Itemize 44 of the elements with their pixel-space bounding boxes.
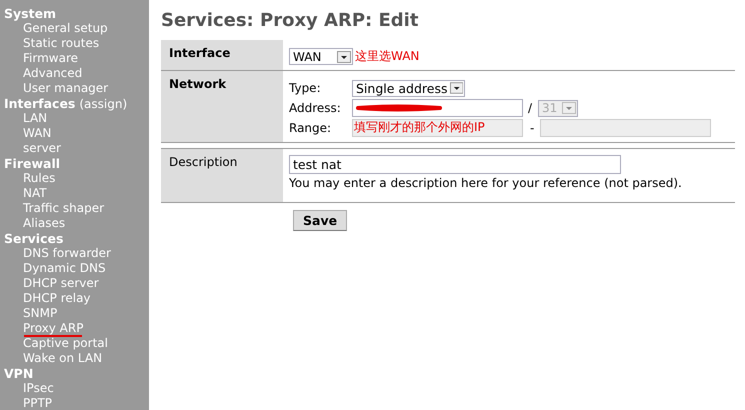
menu-item[interactable]: Traffic shaper [23,201,104,215]
help-text: You may enter a description here for your reference (not parsed). [289,176,682,190]
menu-item[interactable]: Aliases [23,216,66,230]
save-button[interactable]: Save [293,210,348,231]
menu-heading: System [4,6,56,21]
menu-item[interactable]: LAN [23,111,48,125]
menu-heading: Firewall [4,156,60,171]
menu-heading: VPN [4,366,34,381]
menu-item[interactable]: Rules [23,171,56,185]
address-label: Address: [289,101,342,115]
menu-item[interactable]: IPsec [23,381,54,395]
assign-link[interactable]: (assign) [79,97,128,111]
type-label: Type: [289,81,322,95]
menu-item[interactable]: server [23,141,61,155]
menu-item[interactable]: Captive portal [23,336,108,350]
menu-item[interactable]: NAT [23,186,47,200]
menu-item[interactable]: Firmware [23,51,78,65]
menu-item[interactable]: Dynamic DNS [23,261,106,275]
menu-item[interactable]: DHCP relay [23,291,91,305]
range-label: Range: [289,121,332,135]
menu-item[interactable]: Advanced [23,66,82,80]
menu-item[interactable]: SNMP [23,306,58,320]
mask-separator: / [528,101,532,115]
interface-select[interactable]: WAN [289,48,353,65]
address-field[interactable] [352,99,523,117]
menu-item[interactable]: Wake on LAN [23,351,102,365]
menu-item[interactable]: DHCP server [23,276,99,290]
menu-item[interactable]: DNS forwarder [23,246,111,260]
menu-heading: Services [4,231,64,246]
range-separator: - [530,121,534,135]
menu-item[interactable]: WAN [23,126,52,140]
menu-item[interactable]: Static routes [23,36,100,50]
annotation-note: 这里选WAN [355,48,420,65]
type-select[interactable]: Single address [352,80,465,96]
description-field[interactable]: test nat [289,155,621,174]
menu-item[interactable]: General setup [23,21,108,35]
menu-heading: Interfaces [4,96,76,111]
menu-item[interactable]: Proxy ARP [23,321,84,335]
page-title: Services: Proxy ARP: Edit [161,10,420,33]
row-label: Description [161,149,283,202]
menu-item[interactable]: PPTP [23,396,52,410]
row-label: Network [161,71,283,142]
row-label: Interface [161,40,283,70]
menu-item[interactable]: User manager [23,81,108,95]
